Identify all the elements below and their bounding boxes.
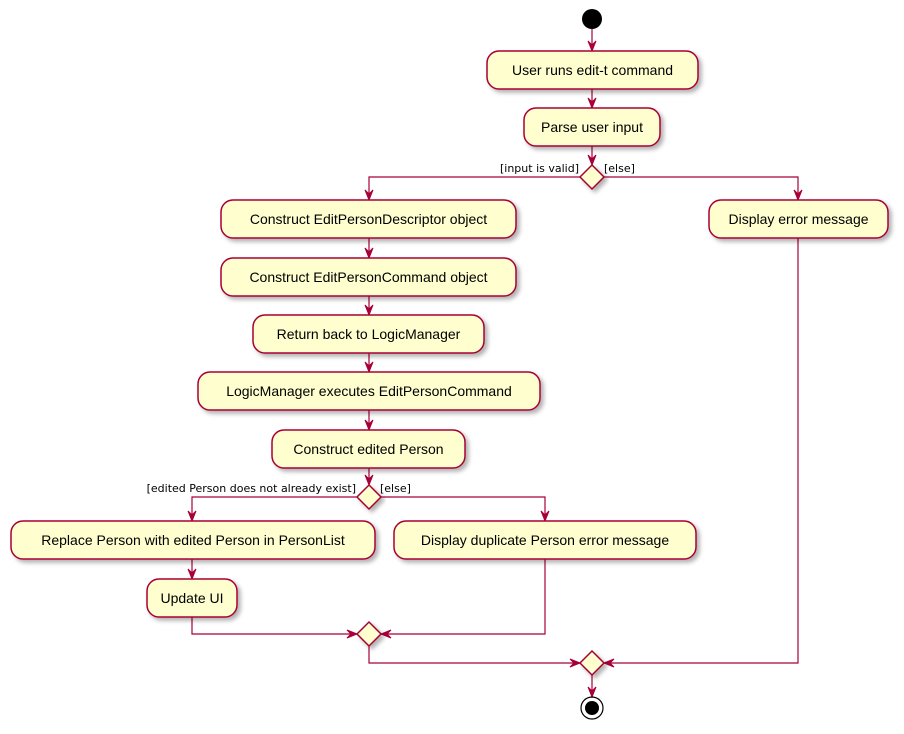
activity-label: Replace Person with edited Person in Per… <box>41 532 345 548</box>
activity-label: LogicManager executes EditPersonCommand <box>226 383 512 399</box>
activity-label: Construct edited Person <box>293 441 443 457</box>
activity-construct-edited: Construct edited Person <box>271 429 466 469</box>
activity-replace-person: Replace Person with edited Person in Per… <box>10 520 376 560</box>
activity-label: Display error message <box>728 211 868 227</box>
edge <box>191 617 357 635</box>
activity-construct-command: Construct EditPersonCommand object <box>220 257 517 297</box>
activity-label: Return back to LogicManager <box>277 326 461 342</box>
edge <box>381 559 546 635</box>
start-node <box>582 9 602 29</box>
edge <box>604 238 799 664</box>
branch-input-valid <box>578 163 606 191</box>
edge <box>381 496 546 521</box>
branch-person-exists <box>355 483 383 511</box>
activity-construct-descriptor: Construct EditPersonDescriptor object <box>220 199 517 239</box>
guard-label: [edited Person does not already exist] <box>147 482 356 495</box>
activity-logic-executes: LogicManager executes EditPersonCommand <box>197 371 541 411</box>
edge <box>368 646 580 664</box>
activity-label: Update UI <box>160 590 223 606</box>
activity-update-ui: Update UI <box>146 578 238 618</box>
activity-display-error: Display error message <box>708 199 889 239</box>
activity-label: Construct EditPersonCommand object <box>249 269 487 285</box>
edge <box>604 176 799 200</box>
activity-return-logic: Return back to LogicManager <box>252 314 485 354</box>
guard-label: [input is valid] <box>500 162 579 175</box>
activity-label: Construct EditPersonDescriptor object <box>250 211 487 227</box>
merge-person <box>355 620 383 648</box>
activity-label: Parse user input <box>541 119 643 135</box>
activity-label: User runs edit-t command <box>512 62 673 78</box>
merge-final <box>578 649 606 677</box>
guard-label: [else] <box>380 482 411 495</box>
guard-label: [else] <box>604 162 635 175</box>
end-node <box>585 701 599 715</box>
activity-parse: Parse user input <box>523 107 661 147</box>
activity-user-runs: User runs edit-t command <box>486 50 699 90</box>
activity-diagram: User runs edit-t command Parse user input… <box>10 9 889 720</box>
edge <box>191 496 357 521</box>
activity-display-duplicate: Display duplicate Person error message <box>393 520 697 560</box>
activity-label: Display duplicate Person error message <box>421 532 669 548</box>
edge <box>368 176 580 200</box>
